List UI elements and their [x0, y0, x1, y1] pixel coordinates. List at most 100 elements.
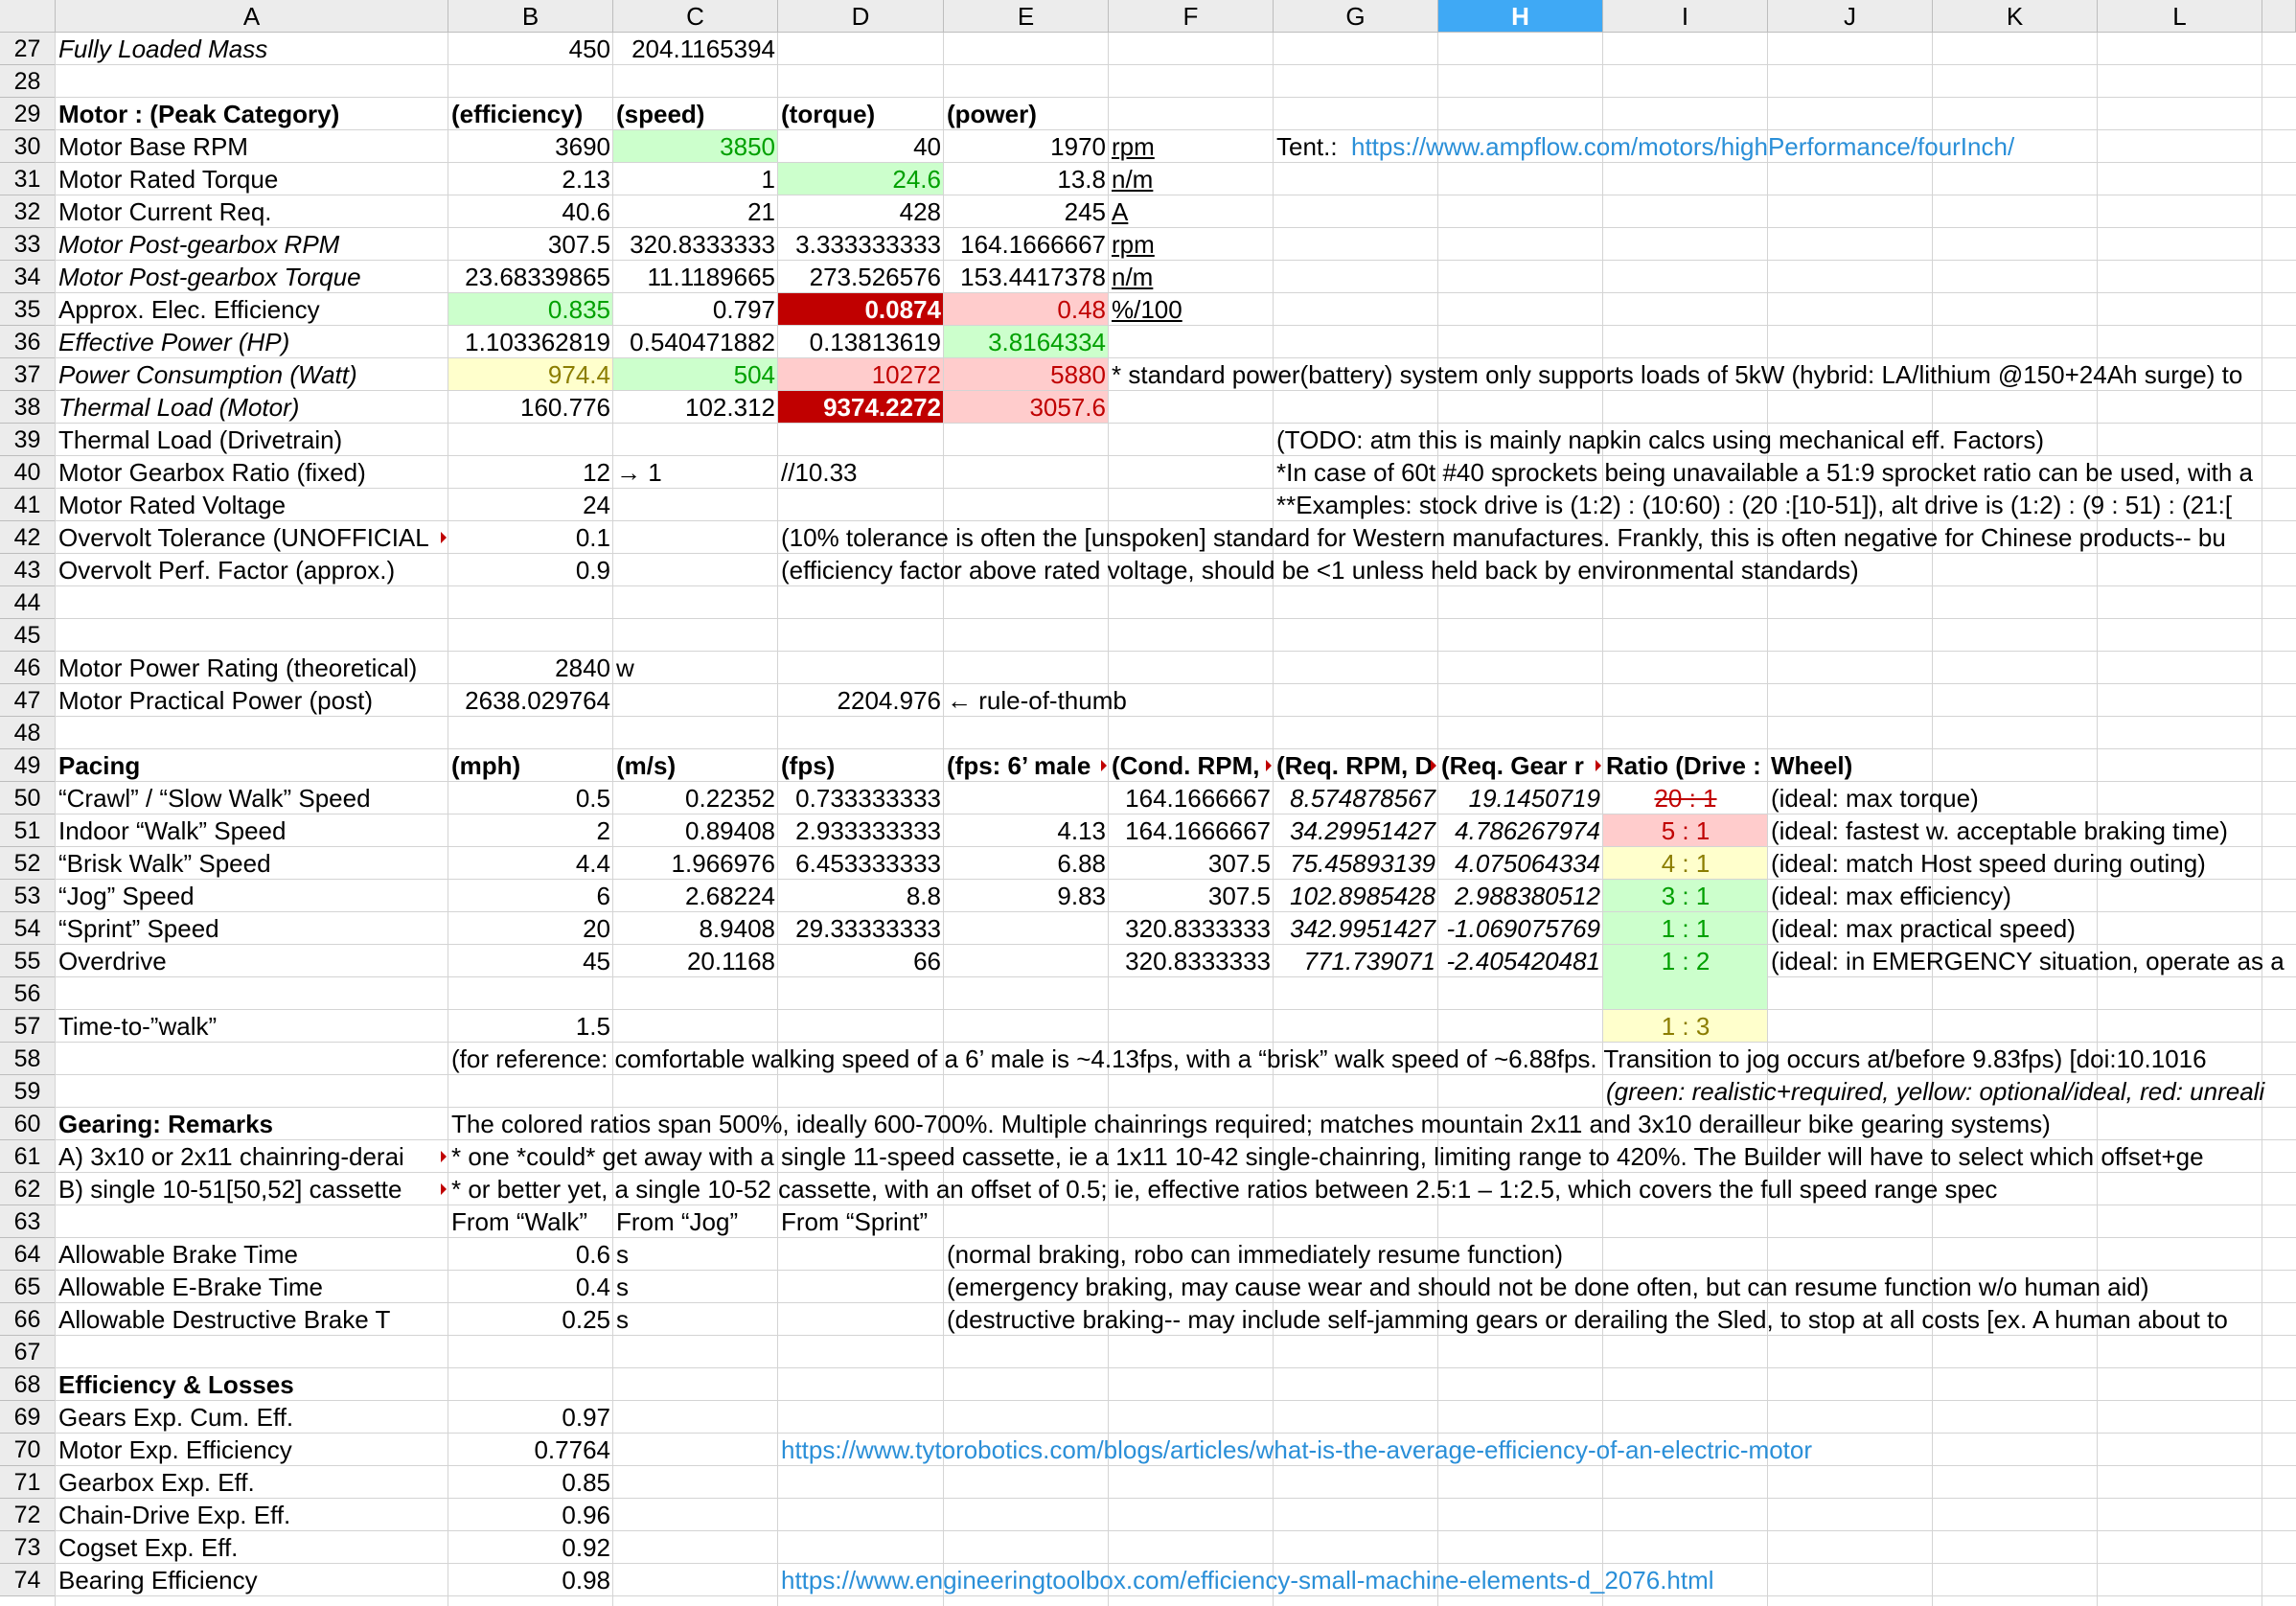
cell-b27[interactable]: 450: [448, 33, 613, 65]
row-header[interactable]: 59: [0, 1075, 56, 1108]
column-header-e[interactable]: E: [944, 0, 1109, 33]
cell-a34[interactable]: Motor Post-gearbox Torque: [56, 261, 364, 293]
row-header[interactable]: 49: [0, 749, 56, 782]
row-header[interactable]: 69: [0, 1401, 56, 1434]
cell-a27[interactable]: Fully Loaded Mass: [56, 33, 270, 65]
column-header-k[interactable]: K: [1933, 0, 2098, 33]
cell-d42[interactable]: (10% tolerance is often the [unspoken] s…: [778, 521, 2229, 554]
cell-b46[interactable]: 2840: [448, 652, 613, 684]
column-header-l[interactable]: L: [2098, 0, 2262, 33]
cell-j55[interactable]: (ideal: in EMERGENCY situation, operate …: [1768, 945, 2287, 977]
cell-b38[interactable]: 160.776: [448, 391, 613, 424]
cell-a40[interactable]: Motor Gearbox Ratio (fixed): [56, 456, 369, 489]
row-header[interactable]: 70: [0, 1434, 56, 1466]
cell-b57[interactable]: 1.5: [448, 1010, 613, 1043]
cell-a50[interactable]: “Crawl” / “Slow Walk” Speed: [56, 782, 374, 814]
cell-e35[interactable]: 0.48: [944, 293, 1109, 326]
cell-j54[interactable]: (ideal: max practical speed): [1768, 912, 2078, 945]
cell-a70[interactable]: Motor Exp. Efficiency: [56, 1434, 295, 1466]
cell-d55[interactable]: 66: [778, 945, 944, 977]
column-header-g[interactable]: G: [1274, 0, 1438, 33]
cell-c52[interactable]: 1.966976: [613, 847, 778, 880]
cell-f49[interactable]: (Cond. RPM,: [1109, 749, 1274, 782]
cell-h52[interactable]: 4.075064334: [1438, 847, 1603, 880]
cell-b36[interactable]: 1.103362819: [448, 326, 613, 358]
cell-e66[interactable]: (destructive braking-- may include self-…: [944, 1303, 2231, 1336]
cell-b66[interactable]: 0.25: [448, 1303, 613, 1336]
row-header[interactable]: 56: [0, 977, 56, 1010]
cell-g54[interactable]: 342.9951427: [1274, 912, 1438, 945]
cell-a62[interactable]: B) single 10-51[50,52] cassette: [56, 1173, 448, 1205]
cell-d31[interactable]: 24.6: [778, 163, 944, 195]
cell-a65[interactable]: Allowable E-Brake Time: [56, 1271, 326, 1303]
cell-b29[interactable]: (efficiency): [448, 98, 585, 130]
cell-b52[interactable]: 4.4: [448, 847, 613, 880]
cell-c27[interactable]: 204.1165394: [613, 33, 778, 65]
cell-f54[interactable]: 320.8333333: [1109, 912, 1274, 945]
cell-b61[interactable]: * one *could* get away with a single 11-…: [448, 1140, 2207, 1173]
cell-f50[interactable]: 164.1666667: [1109, 782, 1274, 814]
cell-d63[interactable]: From “Sprint”: [778, 1205, 930, 1238]
cell-g52[interactable]: 75.45893139: [1274, 847, 1438, 880]
cell-e32[interactable]: 245: [944, 195, 1109, 228]
cell-f34[interactable]: n/m: [1109, 261, 1156, 293]
cell-c31[interactable]: 1: [613, 163, 778, 195]
row-header[interactable]: 37: [0, 358, 56, 391]
cell-b55[interactable]: 45: [448, 945, 613, 977]
row-header[interactable]: 32: [0, 195, 56, 228]
cell-b71[interactable]: 0.85: [448, 1466, 613, 1499]
cell-a73[interactable]: Cogset Exp. Eff.: [56, 1531, 241, 1564]
cell-i53[interactable]: 3 : 1: [1603, 880, 1768, 912]
cell-b35[interactable]: 0.835: [448, 293, 613, 326]
cell-j52[interactable]: (ideal: match Host speed during outing): [1768, 847, 2209, 880]
cell-h51[interactable]: 4.786267974: [1438, 814, 1603, 847]
cell-c65[interactable]: s: [613, 1271, 631, 1303]
row-header[interactable]: 54: [0, 912, 56, 945]
cell-c36[interactable]: 0.540471882: [613, 326, 778, 358]
cell-c34[interactable]: 11.1189665: [613, 261, 778, 293]
cell-i52[interactable]: 4 : 1: [1603, 847, 1768, 880]
row-header[interactable]: 61: [0, 1140, 56, 1173]
cell-c63[interactable]: From “Jog”: [613, 1205, 741, 1238]
cell-d49[interactable]: (fps): [778, 749, 838, 782]
row-header[interactable]: 57: [0, 1010, 56, 1043]
row-header[interactable]: 62: [0, 1173, 56, 1205]
cell-e52[interactable]: 6.88: [944, 847, 1109, 880]
cell-c32[interactable]: 21: [613, 195, 778, 228]
cell-b54[interactable]: 20: [448, 912, 613, 945]
cell-i49[interactable]: Ratio (Drive :: [1603, 749, 1764, 782]
cell-e38[interactable]: 3057.6: [944, 391, 1109, 424]
cell-i55[interactable]: 1 : 2: [1603, 945, 1768, 977]
cell-f35[interactable]: %/100: [1109, 293, 1185, 326]
cell-b69[interactable]: 0.97: [448, 1401, 613, 1434]
cell-d43[interactable]: (efficiency factor above rated voltage, …: [778, 554, 1862, 586]
cell-a46[interactable]: Motor Power Rating (theoretical): [56, 652, 420, 684]
cell-a74[interactable]: Bearing Efficiency: [56, 1564, 261, 1596]
cell-c54[interactable]: 8.9408: [613, 912, 778, 945]
row-header[interactable]: 34: [0, 261, 56, 293]
cell-a52[interactable]: “Brisk Walk” Speed: [56, 847, 274, 880]
cell-a55[interactable]: Overdrive: [56, 945, 170, 977]
row-header[interactable]: 27: [0, 33, 56, 65]
cell-f55[interactable]: 320.8333333: [1109, 945, 1274, 977]
cell-i57[interactable]: 1 : 3: [1603, 1010, 1768, 1043]
cell-i59[interactable]: (green: realistic+required, yellow: opti…: [1603, 1075, 2267, 1108]
row-header[interactable]: 51: [0, 814, 56, 847]
cell-b58[interactable]: (for reference: comfortable walking spee…: [448, 1043, 2210, 1075]
row-header[interactable]: 41: [0, 489, 56, 521]
cell-b33[interactable]: 307.5: [448, 228, 613, 261]
cell-b74[interactable]: 0.98: [448, 1564, 613, 1596]
row-header[interactable]: 31: [0, 163, 56, 195]
cell-a64[interactable]: Allowable Brake Time: [56, 1238, 301, 1271]
cell-c38[interactable]: 102.312: [613, 391, 778, 424]
row-header[interactable]: 64: [0, 1238, 56, 1271]
row-header[interactable]: 55: [0, 945, 56, 977]
cell-b72[interactable]: 0.96: [448, 1499, 613, 1531]
row-header[interactable]: 58: [0, 1043, 56, 1075]
row-header[interactable]: 40: [0, 456, 56, 489]
cell-f52[interactable]: 307.5: [1109, 847, 1274, 880]
cell-a38[interactable]: Thermal Load (Motor): [56, 391, 302, 424]
cell-c29[interactable]: (speed): [613, 98, 707, 130]
cell-i50[interactable]: 20 : 1: [1603, 782, 1768, 814]
cell-a42[interactable]: Overvolt Tolerance (UNOFFICIAL: [56, 521, 448, 554]
